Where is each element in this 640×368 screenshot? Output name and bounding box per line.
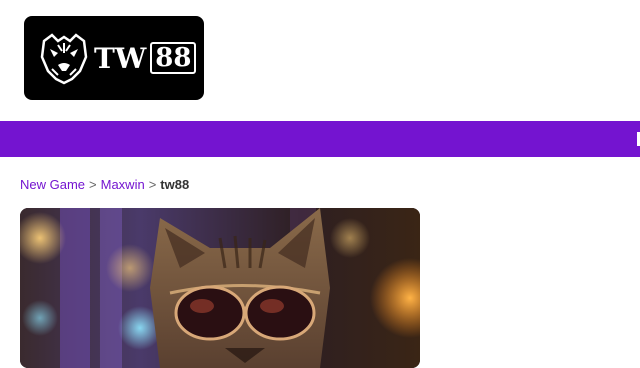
main-navbar [0, 121, 640, 157]
cat-with-sunglasses-image [20, 208, 420, 368]
breadcrumb-link-new-game[interactable]: New Game [20, 177, 85, 192]
logo-brand-number: 88 [150, 42, 197, 74]
tiger-head-icon [40, 33, 88, 85]
breadcrumb-link-maxwin[interactable]: Maxwin [101, 177, 145, 192]
logo-brand-text: TW [94, 41, 147, 75]
breadcrumb: New Game > Maxwin > tw88 [20, 177, 189, 192]
logo-wordmark: TW 88 [94, 41, 197, 75]
breadcrumb-separator: > [148, 177, 157, 192]
breadcrumb-current: tw88 [160, 177, 190, 192]
hero-image [20, 208, 420, 368]
breadcrumb-separator: > [89, 177, 97, 192]
site-header: TW 88 [0, 0, 640, 121]
site-logo[interactable]: TW 88 [24, 16, 204, 100]
